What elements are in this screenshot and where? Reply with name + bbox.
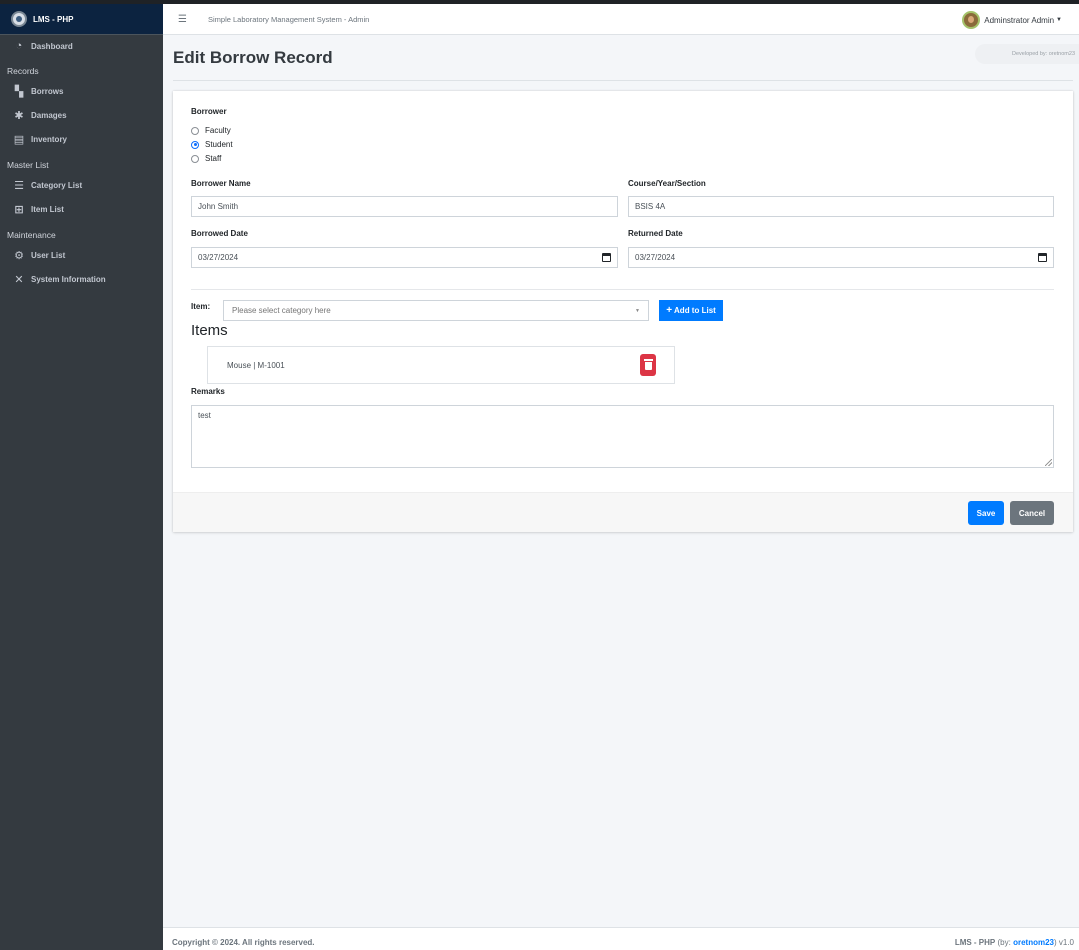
user-menu-dropdown[interactable]: Adminstrator Admin ▼ — [962, 11, 1062, 29]
radio-label: Staff — [205, 154, 222, 163]
nav-header-masterlist: Master List — [7, 160, 49, 170]
dropdown-arrow-icon: ▼ — [635, 308, 640, 314]
radio-button-checked[interactable] — [191, 140, 199, 149]
input-value: BSIS 4A — [635, 202, 666, 211]
sidebar-item-label: Category List — [31, 180, 83, 190]
borrower-label: Borrower — [191, 107, 227, 116]
clipboard-icon: ▤ — [13, 133, 25, 146]
sidebar-item-label: Item List — [31, 204, 64, 214]
brand-logo-icon — [11, 11, 27, 27]
sidebar-item-label: Borrows — [31, 86, 64, 96]
footer-app-name: LMS - PHP — [954, 938, 996, 947]
brand-link[interactable]: LMS - PHP — [0, 4, 163, 35]
save-button[interactable]: Save — [968, 501, 1004, 525]
sidebar: LMS - PHP ◔ Dashboard Records ▚ Borrows … — [0, 4, 163, 950]
returned-date-input[interactable]: 03/27/2024 — [628, 247, 1054, 268]
page-footer: Copyright © 2024. All rights reserved. L… — [163, 927, 1079, 950]
author-link[interactable]: oretnom23 — [1013, 938, 1054, 947]
item-label: Item: — [191, 302, 211, 311]
sidebar-item-label: Damages — [31, 110, 67, 120]
footer-by-prefix: (by: — [997, 938, 1011, 947]
footer-credits: LMS - PHP (by: oretnom23) v1.0 — [955, 938, 1074, 947]
borrower-name-input[interactable]: John Smith — [191, 196, 618, 217]
edit-borrow-form-card: Borrower Faculty Student Staff Borrower … — [173, 91, 1073, 532]
user-name: Adminstrator Admin — [984, 15, 1055, 25]
sidebar-item-inventory[interactable]: ▤ Inventory — [0, 127, 163, 151]
nav-header-maintenance: Maintenance — [7, 230, 56, 240]
radio-label: Student — [205, 140, 233, 149]
radio-staff[interactable]: Staff — [191, 154, 221, 163]
sidebar-item-category-list[interactable]: ☰ Category List — [0, 173, 163, 197]
list-icon: ☰ — [14, 179, 24, 192]
button-label: Add to List — [674, 306, 716, 315]
radio-faculty[interactable]: Faculty — [191, 126, 231, 135]
sidebar-item-damages[interactable]: ✱ Damages — [0, 103, 163, 127]
borrowed-date-label: Borrowed Date — [191, 229, 248, 238]
input-value: John Smith — [198, 202, 239, 211]
textarea-value: test — [198, 411, 211, 420]
divider — [173, 80, 1073, 81]
sidebar-item-label: Dashboard — [31, 41, 73, 51]
returned-date-label: Returned Date — [628, 229, 683, 238]
tools-icon: ✕ — [14, 273, 24, 286]
plus-icon: + — [666, 305, 673, 316]
system-title: Simple Laboratory Management System - Ad… — [208, 14, 370, 24]
caret-down-icon: ▼ — [1056, 17, 1062, 23]
footer-version: ) v1.0 — [1053, 938, 1074, 947]
top-navbar: ☰ Simple Laboratory Management System - … — [163, 4, 1079, 35]
resize-handle-icon[interactable] — [1045, 459, 1052, 466]
radio-button[interactable] — [191, 126, 199, 135]
nav-header-records: Records — [7, 66, 39, 76]
items-heading: Items — [191, 322, 228, 339]
calendar-icon[interactable] — [602, 253, 611, 262]
input-value: 03/27/2024 — [635, 253, 676, 262]
table-icon: ⊞ — [14, 203, 24, 216]
tachometer-icon: ◔ — [15, 40, 23, 52]
sidebar-item-user-list[interactable]: ⚙ User List — [0, 243, 163, 267]
sidebar-item-label: User List — [31, 250, 66, 260]
trash-icon — [643, 359, 653, 370]
borrowed-date-input[interactable]: 03/27/2024 — [191, 247, 618, 268]
borrower-name-label: Borrower Name — [191, 179, 251, 188]
developed-by-badge: Developed by: oretnom23 — [975, 44, 1079, 64]
boxes-icon: ▚ — [14, 85, 24, 98]
remarks-label: Remarks — [191, 387, 225, 396]
hamburger-menu-icon[interactable]: ☰ — [178, 14, 190, 25]
course-input[interactable]: BSIS 4A — [628, 196, 1054, 217]
sidebar-item-item-list[interactable]: ⊞ Item List — [0, 197, 163, 221]
avatar — [962, 11, 981, 29]
delete-item-button[interactable] — [640, 354, 656, 376]
input-value: 03/27/2024 — [198, 253, 239, 262]
select-placeholder: Please select category here — [232, 306, 331, 315]
copyright-text: Copyright © 2024. All rights reserved. — [172, 938, 315, 947]
page-title: Edit Borrow Record — [173, 48, 333, 67]
radio-label: Faculty — [205, 126, 231, 135]
radio-button[interactable] — [191, 154, 199, 163]
card-footer: Save Cancel — [173, 492, 1073, 532]
sidebar-item-dashboard[interactable]: ◔ Dashboard — [0, 35, 163, 57]
brand-name: LMS - PHP — [33, 14, 74, 24]
course-label: Course/Year/Section — [628, 179, 706, 188]
users-cog-icon: ⚙ — [14, 249, 24, 262]
item-category-select[interactable]: Please select category here ▼ — [223, 300, 649, 321]
bug-icon: ✱ — [14, 109, 24, 122]
remarks-textarea[interactable]: test — [191, 405, 1054, 468]
cancel-button[interactable]: Cancel — [1010, 501, 1054, 525]
sidebar-item-label: Inventory — [31, 134, 68, 144]
list-item: Mouse | M-1001 — [207, 346, 675, 384]
radio-student[interactable]: Student — [191, 140, 233, 149]
sidebar-nav: ◔ Dashboard Records ▚ Borrows ✱ Damages … — [0, 35, 163, 291]
sidebar-item-system-information[interactable]: ✕ System Information — [0, 267, 163, 291]
item-name: Mouse | M-1001 — [227, 360, 285, 370]
divider — [191, 289, 1054, 290]
add-to-list-button[interactable]: + Add to List — [659, 300, 723, 321]
calendar-icon[interactable] — [1038, 253, 1047, 262]
sidebar-item-label: System Information — [31, 274, 106, 284]
sidebar-item-borrows[interactable]: ▚ Borrows — [0, 79, 163, 103]
